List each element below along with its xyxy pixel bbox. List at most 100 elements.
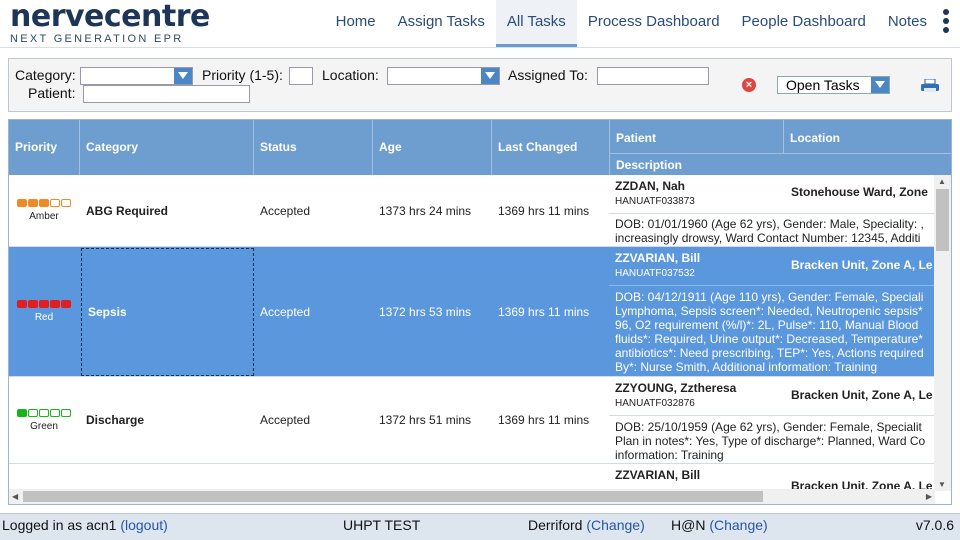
col-status[interactable]: Status bbox=[254, 120, 373, 175]
main-nav: Home Assign Tasks All Tasks Process Dash… bbox=[325, 0, 938, 47]
site-name: Derriford bbox=[528, 517, 583, 533]
priority-amber-dots bbox=[17, 199, 71, 207]
patient-name: ZZVARIAN, Bill bbox=[615, 468, 701, 482]
patient-cell: ZZYOUNG, Zztheresa HANUATF032876 bbox=[615, 381, 785, 409]
vertical-scrollbar[interactable]: ▲ ▼ bbox=[934, 175, 951, 491]
dropdown-arrow-icon bbox=[871, 77, 889, 93]
patient-label: Patient: bbox=[28, 85, 76, 101]
priority-green-dots bbox=[17, 408, 71, 417]
table-row[interactable]: Amber ABG Required Accepted 1373 hrs 24 … bbox=[9, 175, 935, 247]
description-line: increasingly drowsy, Ward Contact Number… bbox=[615, 231, 921, 245]
change-mode-link[interactable]: (Change) bbox=[709, 517, 767, 533]
hospital-number: HANUATF037532 bbox=[615, 268, 695, 279]
version-label: v7.0.6 bbox=[915, 517, 954, 533]
app-header: nervecentre NEXT GENERATION EPR Home Ass… bbox=[0, 0, 960, 48]
category-label: Category: bbox=[15, 67, 76, 83]
scroll-up-icon[interactable]: ▲ bbox=[938, 177, 946, 186]
nav-process-dashboard[interactable]: Process Dashboard bbox=[577, 0, 731, 47]
nav-notes[interactable]: Notes bbox=[877, 0, 938, 47]
change-site-link[interactable]: (Change) bbox=[586, 517, 644, 533]
scroll-right-icon[interactable]: ▶ bbox=[926, 492, 932, 501]
priority-label: Red bbox=[34, 312, 54, 323]
nav-all-tasks[interactable]: All Tasks bbox=[495, 0, 577, 47]
scroll-thumb[interactable] bbox=[936, 189, 949, 251]
priority-indicator: Green bbox=[9, 377, 79, 463]
last-changed-cell: 1369 hrs 11 mins bbox=[498, 203, 590, 218]
patient-name: ZZDAN, Nah bbox=[615, 179, 685, 193]
last-changed-cell: 1369 hrs 11 mins bbox=[498, 304, 590, 319]
last-changed-cell: 1369 hrs 11 mins bbox=[498, 413, 590, 427]
priority-indicator: Amber bbox=[9, 175, 79, 246]
mode-name: H@N bbox=[671, 517, 706, 533]
description-line: Plan in notes*: Yes, Type of discharge*:… bbox=[615, 434, 926, 448]
table-row-selected[interactable]: Red Sepsis Accepted 1372 hrs 53 mins 136… bbox=[9, 247, 935, 377]
priority-label: Green bbox=[30, 420, 58, 432]
printer-icon[interactable] bbox=[920, 79, 940, 93]
description-line: fluids*: Required, Urine output*: Decrea… bbox=[615, 332, 923, 346]
assigned-to-label: Assigned To: bbox=[508, 67, 588, 83]
nav-people-dashboard[interactable]: People Dashboard bbox=[731, 0, 877, 47]
description-cell: DOB: 04/12/1911 (Age 110 yrs), Gender: F… bbox=[609, 285, 935, 377]
patient-cell: ZZVARIAN, Bill HANUATF037532 bbox=[615, 251, 785, 279]
patient-name: ZZVARIAN, Bill bbox=[615, 251, 701, 265]
priority-label: Priority (1-5): bbox=[202, 67, 283, 83]
mode-text: H@N (Change) bbox=[671, 517, 768, 533]
task-filter-select[interactable]: Open Tasks bbox=[777, 76, 890, 94]
assigned-to-input[interactable] bbox=[597, 67, 709, 85]
clear-filter-icon[interactable]: × bbox=[742, 78, 756, 92]
description-line: By*: Nurse Smith, Additional information… bbox=[615, 360, 878, 374]
nervecentre-logo: nervecentre NEXT GENERATION EPR bbox=[10, 0, 210, 46]
patient-name: ZZYOUNG, Zztheresa bbox=[615, 381, 737, 395]
hospital-number: HANUATF033873 bbox=[615, 196, 695, 207]
description-line: DOB: 01/01/1960 (Age 62 yrs), Gender: Ma… bbox=[615, 217, 924, 231]
location-select[interactable] bbox=[387, 67, 500, 85]
location-label: Location: bbox=[322, 67, 379, 83]
category-select[interactable] bbox=[80, 67, 193, 85]
site-text: Derriford (Change) bbox=[528, 517, 645, 533]
col-age[interactable]: Age bbox=[373, 120, 492, 175]
priority-red-dots bbox=[17, 300, 71, 308]
age-cell: 1372 hrs 53 mins bbox=[379, 304, 472, 319]
hospital-number: HANUATF032876 bbox=[615, 398, 695, 409]
nav-home[interactable]: Home bbox=[325, 0, 387, 47]
age-cell: 1372 hrs 51 mins bbox=[379, 413, 472, 427]
status-cell: Accepted bbox=[260, 304, 311, 319]
scroll-left-icon[interactable]: ◀ bbox=[12, 492, 18, 501]
category-cell: Discharge bbox=[86, 413, 145, 427]
description-line: 96, O2 requirement (%/l)*: 2L, Pulse*: 1… bbox=[615, 318, 919, 332]
status-cell: Accepted bbox=[260, 203, 311, 218]
logout-link[interactable]: (logout) bbox=[120, 517, 167, 533]
priority-input[interactable] bbox=[289, 67, 313, 85]
category-cell: ABG Required bbox=[86, 203, 169, 218]
priority-indicator: Red bbox=[9, 247, 79, 376]
col-priority[interactable]: Priority bbox=[9, 120, 80, 175]
scroll-down-icon[interactable]: ▼ bbox=[938, 480, 946, 489]
patient-input[interactable] bbox=[83, 85, 250, 103]
description-cell: DOB: 25/10/1959 (Age 62 yrs), Gender: Fe… bbox=[609, 415, 935, 464]
col-description[interactable]: Description bbox=[610, 154, 951, 175]
location-cell: Stonehouse Ward, Zone bbox=[791, 185, 928, 199]
status-cell: Accepted bbox=[260, 413, 311, 427]
description-cell: DOB: 01/01/1960 (Age 62 yrs), Gender: Ma… bbox=[609, 213, 935, 247]
logo-wordmark: nervecentre bbox=[10, 0, 210, 34]
location-cell: Bracken Unit, Zone A, Le bbox=[791, 258, 933, 272]
description-line: information: Training bbox=[615, 448, 724, 462]
age-cell: 1373 hrs 24 mins bbox=[379, 203, 472, 218]
grid-header: Priority Category Status Age Last Change… bbox=[9, 120, 951, 175]
task-filter-value: Open Tasks bbox=[786, 77, 860, 93]
col-location[interactable]: Location bbox=[784, 120, 951, 154]
col-last-changed[interactable]: Last Changed bbox=[492, 120, 610, 175]
category-cell: Sepsis bbox=[81, 248, 254, 376]
col-patient[interactable]: Patient bbox=[610, 120, 784, 154]
description-line: DOB: 25/10/1959 (Age 62 yrs), Gender: Fe… bbox=[615, 420, 922, 434]
environment-label: UHPT TEST bbox=[343, 517, 421, 533]
nav-assign-tasks[interactable]: Assign Tasks bbox=[387, 0, 496, 47]
kebab-menu-icon[interactable] bbox=[942, 9, 950, 35]
description-line: Lymphoma, Sepsis screen*: Needed, Neutro… bbox=[615, 304, 923, 318]
col-category[interactable]: Category bbox=[80, 120, 254, 175]
horizontal-scrollbar[interactable]: ◀ ▶ bbox=[9, 489, 935, 504]
scroll-thumb[interactable] bbox=[23, 491, 763, 502]
table-row[interactable]: Green Discharge Accepted 1372 hrs 51 min… bbox=[9, 377, 935, 464]
logo-tagline: NEXT GENERATION EPR bbox=[10, 33, 184, 45]
patient-cell: ZZDAN, Nah HANUATF033873 bbox=[615, 179, 785, 207]
